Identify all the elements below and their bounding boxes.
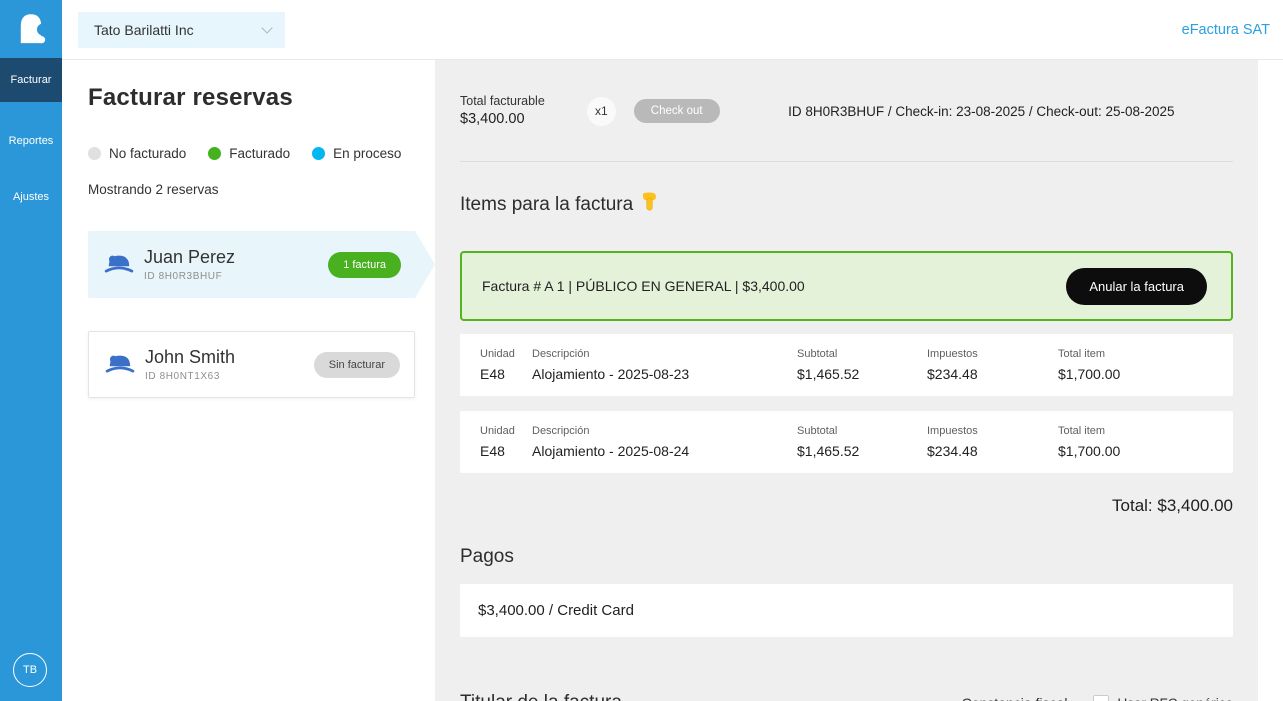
- total-item-column-header: Total item: [1058, 348, 1213, 360]
- legend-label: Facturado: [229, 146, 290, 161]
- titular-section-heading: Titular de la factura: [460, 692, 962, 701]
- green-status-dot-icon: [208, 147, 221, 160]
- subtotal-value: $1,465.52: [797, 443, 927, 459]
- payment-row: $3,400.00 / Credit Card: [460, 584, 1233, 637]
- reservation-info: Juan Perez ID 8H0R3BHUF: [144, 247, 328, 282]
- descripcion-column-header: Descripción: [532, 348, 797, 360]
- reservation-dates-info: ID 8H0R3BHUF / Check-in: 23-08-2025 / Ch…: [720, 104, 1233, 119]
- home-logo-icon: [14, 7, 48, 52]
- blue-status-dot-icon: [312, 147, 325, 160]
- factura-summary-text: Factura # A 1 | PÚBLICO EN GENERAL | $3,…: [482, 278, 805, 294]
- items-heading-text: Items para la factura: [460, 194, 633, 216]
- guest-name: Juan Perez: [144, 247, 328, 268]
- descripcion-column-header: Descripción: [532, 425, 797, 437]
- reservation-card-juan-perez[interactable]: Juan Perez ID 8H0R3BHUF 1 factura: [88, 231, 435, 298]
- reservation-count-text: Mostrando 2 reservas: [88, 182, 435, 197]
- user-avatar[interactable]: TB: [13, 653, 47, 687]
- subtotal-column-header: Subtotal: [797, 425, 927, 437]
- total-item-column-header: Total item: [1058, 425, 1213, 437]
- legend-label: No facturado: [109, 146, 186, 161]
- impuestos-value: $234.48: [927, 443, 1058, 459]
- impuestos-value: $234.48: [927, 366, 1058, 382]
- invoice-grand-total: Total: $3,400.00: [460, 496, 1233, 516]
- reservation-id: ID 8H0R3BHUF: [144, 271, 328, 282]
- gray-status-dot-icon: [88, 147, 101, 160]
- factura-summary-box: Factura # A 1 | PÚBLICO EN GENERAL | $3,…: [460, 251, 1233, 321]
- reservation-info: John Smith ID 8H0NT1X63: [145, 347, 314, 382]
- page-title: Facturar reservas: [88, 84, 435, 112]
- usar-rfc-generico-checkbox[interactable]: [1093, 695, 1109, 701]
- invoice-item-row: Unidad E48 Descripción Alojamiento - 202…: [460, 334, 1233, 396]
- legend-label: En proceso: [333, 146, 401, 161]
- invoice-header: Total facturable $3,400.00 x1 Check out …: [460, 93, 1233, 129]
- total-facturable-label: Total facturable: [460, 93, 545, 110]
- total-item-value: $1,700.00: [1058, 366, 1213, 382]
- bed-icon: [104, 249, 134, 280]
- unidad-value: E48: [480, 366, 532, 382]
- unidad-value: E48: [480, 443, 532, 459]
- titular-section: Titular de la factura Constancia fiscal …: [460, 692, 1233, 701]
- legend-no-facturado: No facturado: [88, 146, 186, 161]
- bed-icon: [105, 349, 135, 380]
- anular-factura-button[interactable]: Anular la factura: [1066, 268, 1207, 305]
- reservation-id: ID 8H0NT1X63: [145, 371, 314, 382]
- sidebar-item-facturar[interactable]: Facturar: [0, 58, 62, 102]
- property-selector-dropdown[interactable]: Tato Barilatti Inc: [78, 12, 285, 48]
- app-logo[interactable]: [0, 0, 62, 58]
- reservation-card-john-smith[interactable]: John Smith ID 8H0NT1X63 Sin facturar: [88, 331, 415, 398]
- descripcion-value: Alojamiento - 2025-08-23: [532, 366, 797, 382]
- pointing-down-emoji-icon: [641, 192, 658, 217]
- legend-en-proceso: En proceso: [312, 146, 401, 161]
- status-legend: No facturado Facturado En proceso: [88, 146, 435, 161]
- sin-facturar-badge: Sin facturar: [314, 352, 400, 378]
- unidad-column-header: Unidad: [480, 348, 532, 360]
- sidebar-item-ajustes[interactable]: Ajustes: [0, 176, 62, 218]
- reservation-multiplier-badge: x1: [587, 97, 616, 126]
- pagos-section-heading: Pagos: [460, 546, 1233, 568]
- constancia-fiscal-link[interactable]: Constancia fiscal: [962, 695, 1068, 701]
- usar-rfc-generico-label: Usar RFC genérico: [1117, 696, 1233, 701]
- scrollbar-gutter: [1258, 60, 1283, 701]
- impuestos-column-header: Impuestos: [927, 425, 1058, 437]
- chevron-down-icon: [261, 22, 272, 33]
- subtotal-value: $1,465.52: [797, 366, 927, 382]
- descripcion-value: Alojamiento - 2025-08-24: [532, 443, 797, 459]
- sidebar-item-reportes[interactable]: Reportes: [0, 120, 62, 162]
- check-out-button[interactable]: Check out: [634, 99, 720, 123]
- total-facturable-block: Total facturable $3,400.00: [460, 93, 545, 129]
- impuestos-column-header: Impuestos: [927, 348, 1058, 360]
- total-item-value: $1,700.00: [1058, 443, 1213, 459]
- rfc-generico-control: Usar RFC genérico: [1093, 695, 1233, 701]
- sidebar: Facturar Reportes Ajustes TB: [0, 0, 62, 701]
- subtotal-column-header: Subtotal: [797, 348, 927, 360]
- items-section-heading: Items para la factura: [460, 192, 1233, 217]
- invoice-item-row: Unidad E48 Descripción Alojamiento - 202…: [460, 411, 1233, 473]
- efactura-sat-link[interactable]: eFactura SAT: [1182, 22, 1270, 38]
- legend-facturado: Facturado: [208, 146, 290, 161]
- reservations-panel: Facturar reservas No facturado Facturado…: [62, 60, 435, 701]
- invoice-detail-panel: Total facturable $3,400.00 x1 Check out …: [435, 60, 1258, 701]
- header-divider: [460, 161, 1233, 162]
- unidad-column-header: Unidad: [480, 425, 532, 437]
- guest-name: John Smith: [145, 347, 314, 368]
- factura-count-badge: 1 factura: [328, 252, 401, 278]
- total-facturable-value: $3,400.00: [460, 110, 545, 130]
- property-selector-value: Tato Barilatti Inc: [94, 22, 194, 38]
- topbar: Tato Barilatti Inc eFactura SAT: [62, 0, 1283, 60]
